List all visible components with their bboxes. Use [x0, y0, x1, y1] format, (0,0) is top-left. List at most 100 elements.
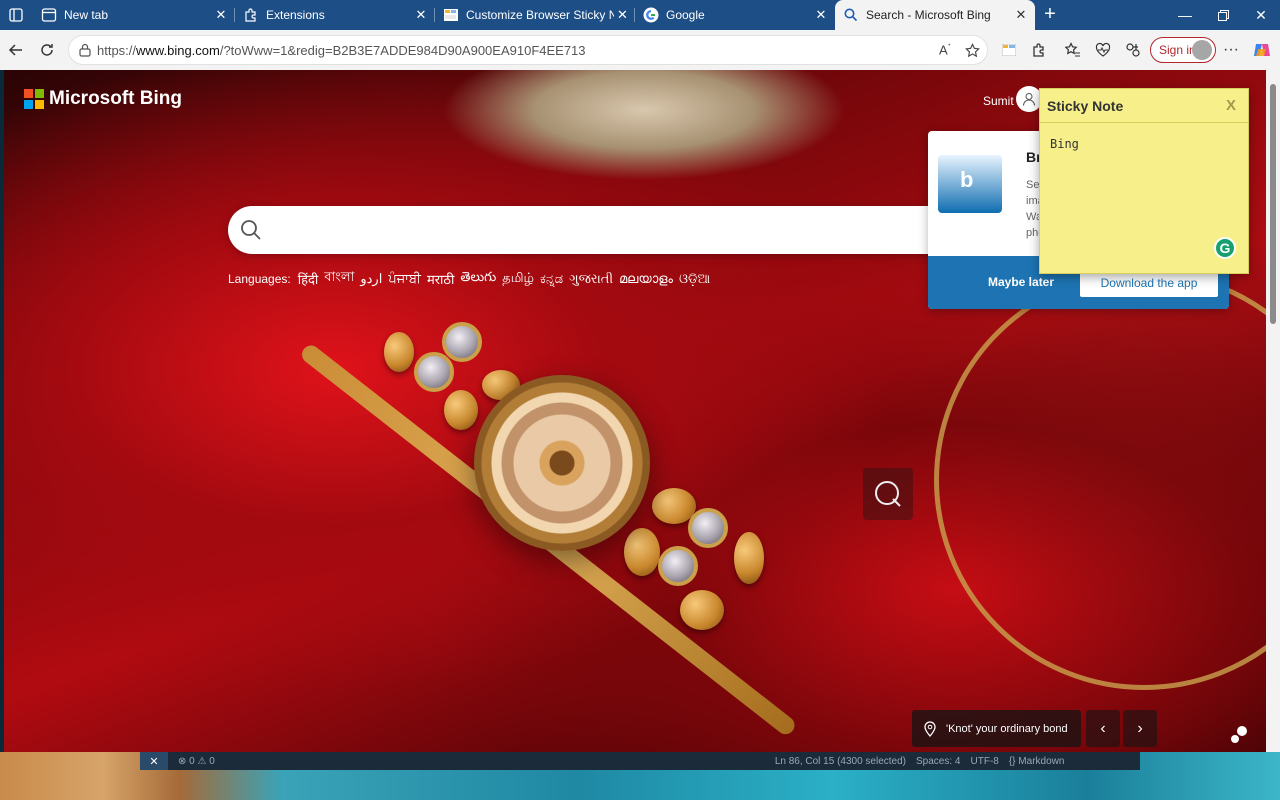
- indentation-indicator[interactable]: Spaces: 4: [916, 756, 960, 767]
- language-link-punjabi[interactable]: ਪੰਜਾਬੀ: [388, 271, 421, 287]
- language-link-tamil[interactable]: தமிழ்: [502, 270, 534, 287]
- encoding-indicator[interactable]: UTF-8: [971, 756, 999, 767]
- rakhi-bead: [444, 390, 478, 430]
- language-mode-indicator[interactable]: {} Markdown: [1009, 756, 1065, 767]
- visual-search-icon: [875, 481, 901, 507]
- user-name[interactable]: Sumit: [983, 94, 1014, 108]
- settings-more-button[interactable]: ···: [1217, 36, 1245, 64]
- tab-sticky-notes[interactable]: Customize Browser Sticky Notes ✕: [435, 0, 635, 30]
- tab-extensions[interactable]: Extensions ✕: [235, 0, 435, 30]
- visual-search-button[interactable]: [863, 468, 913, 520]
- back-button[interactable]: [2, 36, 30, 64]
- search-input[interactable]: [278, 214, 958, 246]
- scrollbar-thumb[interactable]: [1270, 84, 1276, 324]
- rakhi-bead: [734, 532, 764, 584]
- tab-close-button[interactable]: ✕: [811, 7, 831, 23]
- language-link-urdu[interactable]: اردو: [360, 271, 382, 287]
- rakhi-gem: [414, 352, 454, 392]
- collections-icon: [1126, 43, 1140, 57]
- extensions-button[interactable]: [1025, 36, 1053, 64]
- rakhi-gem: [442, 322, 482, 362]
- tab-title: Google: [666, 8, 705, 22]
- close-window-button[interactable]: ✕: [1242, 0, 1280, 30]
- refresh-button[interactable]: [33, 36, 61, 64]
- rakhi-bead: [384, 332, 414, 372]
- tab-close-button[interactable]: ✕: [614, 7, 631, 23]
- extension-sticky-notes-button[interactable]: [995, 36, 1023, 64]
- tab-title: Search - Microsoft Bing: [866, 8, 991, 22]
- location-pin-icon: [924, 720, 936, 737]
- tab-close-button[interactable]: ✕: [411, 7, 431, 23]
- cursor-position[interactable]: Ln 86, Col 15 (4300 selected): [775, 756, 906, 767]
- plus-icon: +: [1044, 3, 1056, 25]
- favorites-list-icon: [1065, 42, 1080, 57]
- sticky-note-title: Sticky Note: [1047, 98, 1124, 114]
- search-box[interactable]: [228, 206, 988, 254]
- new-tab-button[interactable]: +: [1038, 3, 1062, 27]
- editor-status-bar: ✕ ⊗ 0 ⚠ 0 Ln 86, Col 15 (4300 selected) …: [140, 752, 1140, 770]
- tab-google[interactable]: Google ✕: [635, 0, 835, 30]
- restore-icon: [1217, 9, 1229, 21]
- grammarly-icon[interactable]: G: [1214, 237, 1236, 259]
- language-link-gujarati[interactable]: ગુજરાતી: [569, 271, 613, 287]
- copilot-button[interactable]: [1248, 36, 1276, 64]
- minimize-button[interactable]: —: [1166, 0, 1204, 30]
- tab-actions-icon: [9, 8, 23, 22]
- puzzle-icon: [245, 8, 256, 22]
- puzzle-icon: [1033, 43, 1044, 57]
- microsoft-bing-logo[interactable]: Microsoft Bing: [24, 88, 182, 110]
- favorite-star-icon[interactable]: [965, 43, 980, 58]
- rakhi-bead: [680, 590, 724, 630]
- language-link-bengali[interactable]: বাংলা: [324, 268, 354, 289]
- copilot-icon: [1254, 44, 1270, 56]
- sticky-notes-icon: [444, 9, 458, 21]
- collections-button[interactable]: [1119, 36, 1147, 64]
- promo-text-line: Wa: [1026, 211, 1043, 223]
- next-image-button[interactable]: ›: [1123, 710, 1157, 747]
- sticky-notes-icon: [1002, 44, 1016, 56]
- tab-bing-search[interactable]: Search - Microsoft Bing ✕: [835, 0, 1035, 30]
- page-scrollbar[interactable]: [1266, 70, 1280, 752]
- bing-app-image: b: [938, 155, 1002, 213]
- rakhi-medallion-decoration: [474, 375, 650, 551]
- language-link-odia[interactable]: ଓଡ଼ିଆ: [679, 271, 710, 287]
- sign-in-button[interactable]: Sign in: [1150, 37, 1216, 63]
- browser-toolbar: https://www.bing.com/?toWww=1&redig=B2B3…: [0, 30, 1280, 70]
- languages-row: Languages: हिंदी বাংলা اردو ਪੰਜਾਬੀ मराठी…: [228, 268, 710, 289]
- refresh-icon: [41, 44, 53, 56]
- tab-new-tab[interactable]: New tab ✕: [33, 0, 235, 30]
- sticky-note[interactable]: Sticky Note X Bing G: [1039, 88, 1249, 274]
- maybe-later-button[interactable]: Maybe later: [988, 275, 1054, 289]
- sticky-note-header[interactable]: Sticky Note X: [1040, 89, 1248, 123]
- language-link-marathi[interactable]: मराठी: [427, 270, 454, 288]
- image-caption[interactable]: 'Knot' your ordinary bond: [912, 710, 1081, 747]
- problems-indicator[interactable]: ⊗ 0 ⚠ 0: [178, 756, 215, 767]
- sticky-note-body[interactable]: Bing: [1048, 135, 1238, 245]
- address-bar[interactable]: https://www.bing.com/?toWww=1&redig=B2B3…: [68, 35, 988, 65]
- caption-text: 'Knot' your ordinary bond: [946, 722, 1068, 735]
- microsoft-logo-icon: [24, 89, 44, 109]
- new-tab-icon: [41, 8, 57, 22]
- favorites-button[interactable]: [1059, 36, 1087, 64]
- tab-actions-button[interactable]: [0, 0, 32, 30]
- sticky-note-close-button[interactable]: X: [1226, 97, 1236, 114]
- feedback-button[interactable]: [1226, 722, 1252, 748]
- lock-icon: [79, 43, 91, 57]
- restore-button[interactable]: [1204, 0, 1242, 30]
- chevron-right-icon: ›: [1137, 719, 1143, 737]
- language-link-malayalam[interactable]: മലയാളം: [619, 271, 673, 287]
- read-aloud-icon[interactable]: Aᐩ: [939, 42, 951, 57]
- heart-pulse-icon: [1095, 42, 1111, 57]
- url-text: https://www.bing.com/?toWww=1&redig=B2B3…: [97, 43, 586, 58]
- language-link-hindi[interactable]: हिंदी: [298, 270, 319, 288]
- feedback-icon: [1231, 726, 1247, 743]
- language-link-telugu[interactable]: తెలుగు: [460, 269, 496, 288]
- tab-close-button[interactable]: ✕: [211, 7, 231, 23]
- remote-button[interactable]: ✕: [140, 752, 168, 770]
- language-link-kannada[interactable]: ಕನ್ನಡ: [540, 271, 563, 287]
- bowl-rim-decoration: [934, 270, 1266, 690]
- tab-close-button[interactable]: ✕: [1011, 7, 1031, 23]
- url-prefix: https://: [97, 42, 137, 58]
- browser-essentials-button[interactable]: [1089, 36, 1117, 64]
- previous-image-button[interactable]: ‹: [1086, 710, 1120, 747]
